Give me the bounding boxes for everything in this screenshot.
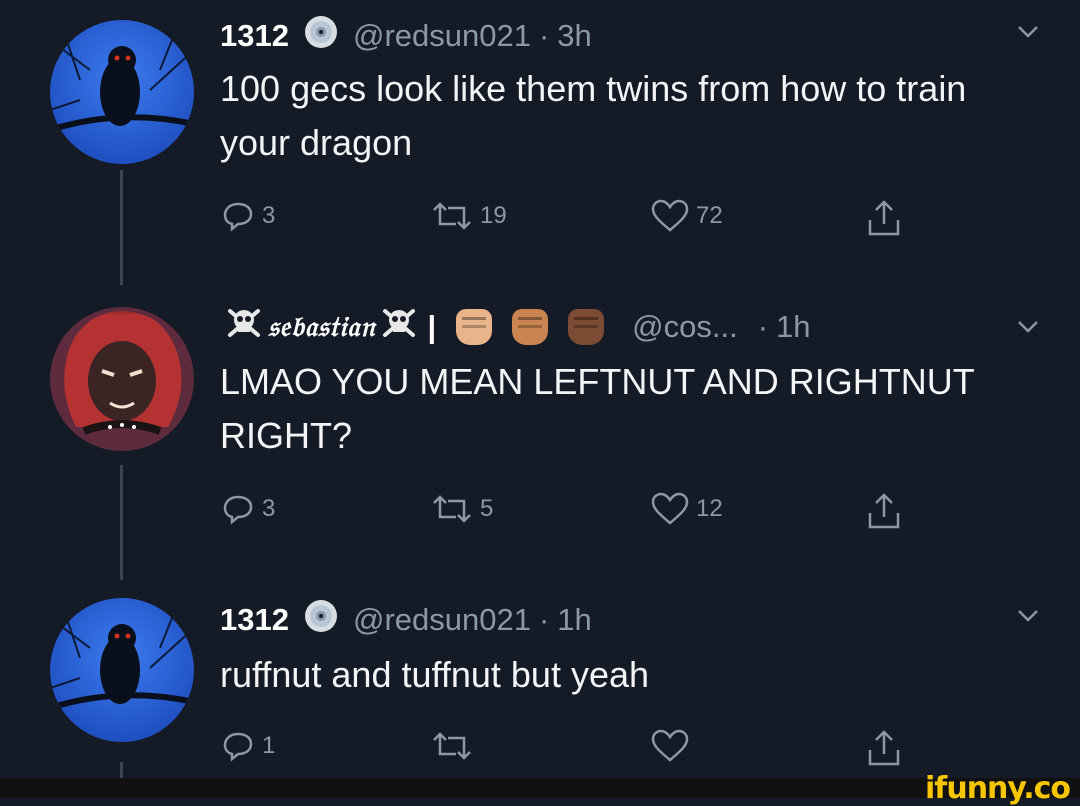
avatar[interactable]	[50, 598, 194, 742]
cd-disc-icon	[303, 14, 339, 58]
owl-avatar-image	[50, 20, 194, 164]
like-count: 12	[696, 495, 723, 522]
retweet-icon	[433, 732, 471, 760]
owl-avatar-image	[50, 598, 194, 742]
reply-icon	[223, 202, 253, 232]
skull-crossbones-icon	[381, 307, 417, 347]
skull-crossbones-icon	[226, 307, 262, 347]
handle[interactable]: @cos...	[632, 309, 738, 345]
share-icon	[868, 730, 900, 766]
timestamp[interactable]: 1h	[776, 309, 810, 345]
tweet-header: 1312 @redsun021 · 1h	[220, 598, 592, 642]
reply-button[interactable]: 1	[220, 728, 275, 764]
raised-fist-emoji	[568, 309, 605, 345]
chevron-down-icon[interactable]	[1016, 24, 1040, 45]
separator-dot: ·	[538, 602, 550, 637]
retweet-icon	[433, 495, 471, 523]
heart-icon	[651, 199, 689, 232]
tweet-header: 𝔰𝔢𝔟𝔞𝔰𝔱𝔦𝔞𝔫 | @cos... · 1h	[220, 305, 811, 349]
retweet-button[interactable]	[430, 728, 480, 764]
character-avatar-image	[50, 307, 194, 451]
timeline: 1312 @redsun021 · 3h 100 gecs look like …	[0, 0, 1080, 778]
separator-dot: ·	[538, 18, 550, 53]
reply-count: 1	[262, 732, 276, 759]
name-separator: |	[427, 309, 437, 344]
display-name[interactable]: 1312	[220, 18, 289, 54]
like-button[interactable]	[650, 728, 696, 764]
ifunny-watermark: ifunny.co	[925, 771, 1071, 806]
reply-icon	[223, 732, 253, 762]
display-name[interactable]: 1312	[220, 602, 289, 638]
chevron-down-icon[interactable]	[1016, 608, 1040, 629]
retweet-count: 5	[480, 495, 494, 522]
handle[interactable]: @redsun021	[353, 18, 531, 54]
chevron-down-icon[interactable]	[1016, 319, 1040, 340]
share-icon	[868, 200, 900, 236]
handle[interactable]: @redsun021	[353, 602, 531, 638]
heart-icon	[651, 729, 689, 762]
like-button[interactable]: 72	[650, 198, 723, 234]
retweet-button[interactable]: 5	[430, 491, 493, 527]
tweet-actions: 3 5 12	[220, 491, 940, 531]
like-button[interactable]: 12	[650, 491, 723, 527]
avatar[interactable]	[50, 307, 194, 451]
retweet-count: 19	[480, 202, 507, 229]
tweet[interactable]: 1312 @redsun021 · 3h 100 gecs look like …	[0, 14, 1080, 254]
tweet-text: ruffnut and tuffnut but yeah	[220, 654, 650, 695]
tweet[interactable]: 𝔰𝔢𝔟𝔞𝔰𝔱𝔦𝔞𝔫 | @cos... · 1h LMAO YOU MEAN L…	[0, 305, 1080, 545]
raised-fist-emoji	[512, 309, 549, 345]
separator-dot: ·	[757, 309, 769, 344]
timestamp[interactable]: 1h	[557, 602, 591, 638]
tweet-actions: 3 19 72	[220, 198, 940, 238]
display-name[interactable]: 𝔰𝔢𝔟𝔞𝔰𝔱𝔦𝔞𝔫	[268, 310, 375, 344]
tweet-text: LMAO YOU MEAN LEFTNUT AND RIGHTNUT RIGHT…	[220, 361, 975, 456]
share-button[interactable]	[866, 491, 908, 531]
share-icon	[868, 493, 900, 529]
raised-fist-emoji	[456, 309, 493, 345]
retweet-button[interactable]: 19	[430, 198, 507, 234]
tweet-header: 1312 @redsun021 · 3h	[220, 14, 592, 58]
cd-disc-icon	[303, 598, 339, 642]
watermark-bar: ifunny.co	[0, 774, 1080, 804]
reply-button[interactable]: 3	[220, 491, 275, 527]
reply-button[interactable]: 3	[220, 198, 275, 234]
tweet-text: 100 gecs look like them twins from how t…	[220, 68, 967, 163]
tweet[interactable]: 1312 @redsun021 · 1h ruffnut and tuffnut…	[0, 598, 1080, 778]
tweet-actions: 1	[220, 728, 940, 768]
timestamp[interactable]: 3h	[557, 18, 591, 54]
avatar[interactable]	[50, 20, 194, 164]
heart-icon	[651, 492, 689, 525]
reply-icon	[223, 495, 253, 525]
reply-count: 3	[262, 202, 276, 229]
like-count: 72	[696, 202, 723, 229]
reply-count: 3	[262, 495, 276, 522]
share-button[interactable]	[866, 198, 908, 238]
retweet-icon	[433, 202, 471, 230]
share-button[interactable]	[866, 728, 908, 768]
